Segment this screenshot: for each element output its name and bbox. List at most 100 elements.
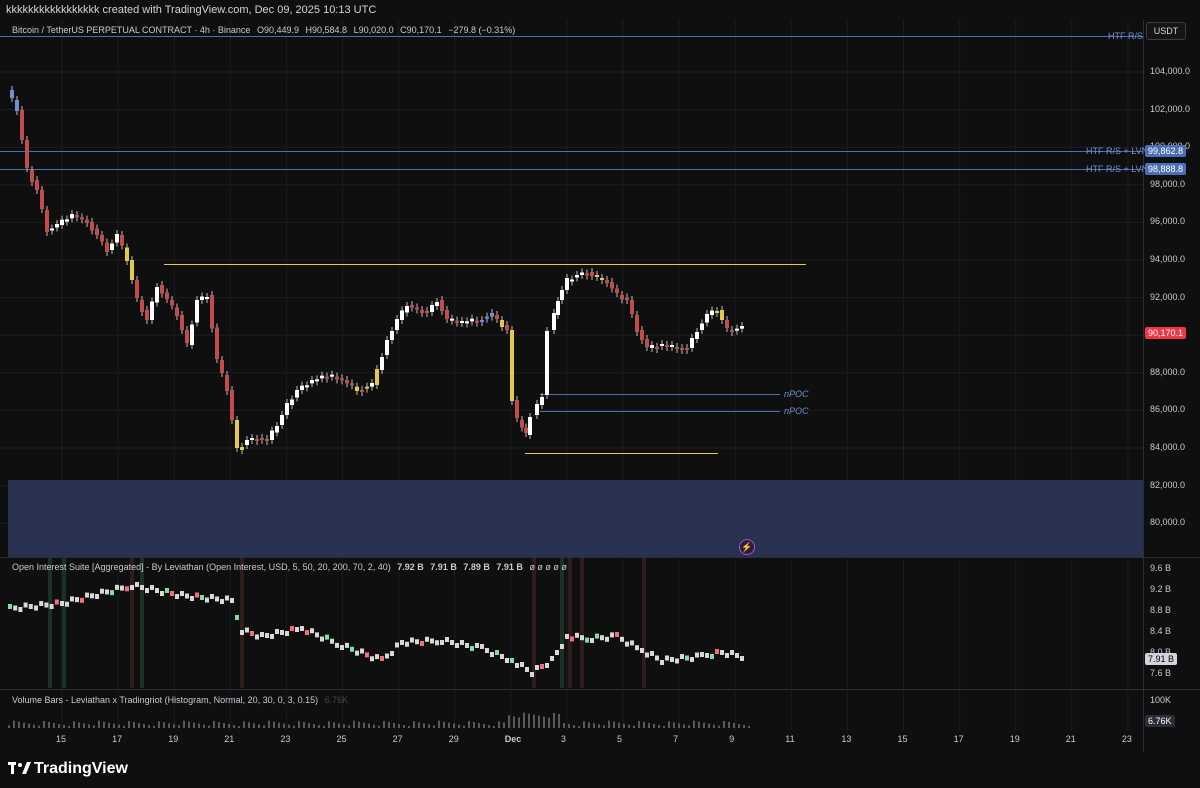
oi-candle	[400, 640, 404, 645]
candle-body	[315, 379, 319, 382]
volume-bar	[633, 725, 635, 728]
oi-candle	[49, 604, 54, 609]
oi-candle	[605, 636, 609, 642]
oi-highlight-band	[240, 558, 244, 688]
volume-bar	[168, 723, 170, 728]
lightning-icon[interactable]: ⚡	[739, 539, 755, 555]
oi-title[interactable]: Open Interest Suite [Aggregated] - By Le…	[12, 562, 391, 572]
volume-legend[interactable]: Volume Bars - Leviathan x Tradingriot (H…	[12, 695, 348, 705]
volume-bar	[273, 721, 275, 728]
candle-body	[45, 210, 49, 232]
time-tick: 23	[280, 734, 291, 744]
oi-candle	[355, 650, 359, 656]
volume-bar	[608, 720, 610, 728]
oi-legend[interactable]: Open Interest Suite [Aggregated] - By Le…	[12, 562, 567, 572]
candle-body	[552, 313, 556, 330]
volume-bar	[653, 724, 655, 728]
oi-tick: 8.8 B	[1150, 605, 1172, 615]
candle-body	[10, 90, 14, 98]
npoc-label-2[interactable]: nPOC	[784, 406, 809, 416]
volume-bar	[538, 715, 540, 728]
volume-bar	[573, 725, 575, 728]
candle-body	[305, 385, 309, 388]
volume-last-tag: 6.76K	[1145, 715, 1175, 727]
candle-body	[670, 345, 674, 347]
volume-bar	[453, 723, 455, 728]
npoc-label-1[interactable]: nPOC	[784, 389, 809, 399]
candle-body	[145, 310, 149, 320]
symbol-name[interactable]: Bitcoin / TetherUS PERPETUAL CONTRACT · …	[12, 25, 250, 35]
candle-body	[140, 300, 144, 312]
candle-body	[500, 320, 504, 327]
oi-candle	[34, 605, 38, 611]
volume-bar	[528, 713, 530, 728]
volume-bar	[738, 724, 740, 728]
candle-body	[20, 110, 24, 140]
price-tick: 104,000.0	[1150, 66, 1191, 76]
volume-bar	[683, 724, 685, 728]
oi-candle	[290, 626, 294, 631]
volume-bar	[383, 721, 385, 728]
volume-bar	[138, 723, 140, 728]
candle-body	[735, 328, 739, 331]
ohlc-low: L90,020.0	[353, 25, 394, 35]
oi-candle	[140, 585, 144, 590]
oi-candle	[575, 632, 579, 638]
oi-highlight-band	[62, 558, 66, 688]
oi-candle	[80, 597, 84, 603]
volume-title[interactable]: Volume Bars - Leviathan x Tradingriot (H…	[12, 695, 318, 705]
volume-bar	[658, 725, 660, 728]
oi-candle	[120, 585, 124, 591]
candle-body	[200, 296, 204, 300]
candle-body	[60, 219, 64, 225]
volume-bar	[288, 724, 290, 728]
htf-top-label[interactable]: HTF R/S	[1108, 31, 1143, 41]
candle-body	[595, 275, 599, 277]
demand-zone[interactable]	[8, 480, 1143, 557]
candle-body	[556, 301, 560, 315]
volume-bar	[43, 721, 45, 728]
symbol-info[interactable]: Bitcoin / TetherUS PERPETUAL CONTRACT · …	[12, 25, 515, 35]
oi-candle	[295, 627, 299, 632]
oi-value-2: 7.91 B	[430, 562, 457, 572]
candle-body	[350, 383, 354, 386]
candle-body	[570, 279, 574, 282]
volume-bar	[253, 723, 255, 728]
candle-body	[125, 247, 129, 261]
volume-bar	[363, 722, 365, 728]
candle-body	[575, 275, 579, 278]
oi-candle	[245, 627, 249, 633]
oi-candle	[555, 650, 559, 655]
oi-candle	[185, 593, 189, 599]
candle-body	[565, 278, 569, 290]
candle-body	[340, 378, 344, 381]
oi-candle	[545, 663, 549, 668]
candle-body	[675, 347, 679, 349]
currency-button[interactable]: USDT	[1146, 22, 1186, 40]
candle-body	[175, 307, 179, 316]
candle-body	[290, 399, 294, 405]
volume-bar	[558, 714, 560, 728]
oi-candle	[125, 586, 129, 592]
htf-lvn-label-2[interactable]: HTF R/S + LVN	[1086, 164, 1148, 174]
candle-body	[235, 420, 239, 448]
candle-body	[435, 302, 439, 306]
candle-body	[240, 447, 244, 450]
candle-body	[105, 242, 109, 252]
main-pane[interactable]	[0, 20, 1143, 558]
volume-bar	[133, 722, 135, 728]
volume-bar	[693, 720, 695, 728]
oi-candle	[110, 590, 114, 596]
htf-lvn-label-1[interactable]: HTF R/S + LVN	[1086, 146, 1148, 156]
oi-candle	[210, 594, 214, 599]
volume-bar	[213, 721, 215, 728]
candle-body	[510, 330, 514, 401]
oi-candle	[685, 655, 689, 661]
candle-body	[410, 305, 414, 308]
oi-candle	[170, 591, 174, 596]
volume-bar	[428, 724, 430, 728]
time-tick: 19	[168, 734, 179, 744]
oi-candle	[60, 601, 64, 606]
candle-body	[220, 360, 224, 373]
chart-canvas[interactable]	[0, 0, 1200, 752]
